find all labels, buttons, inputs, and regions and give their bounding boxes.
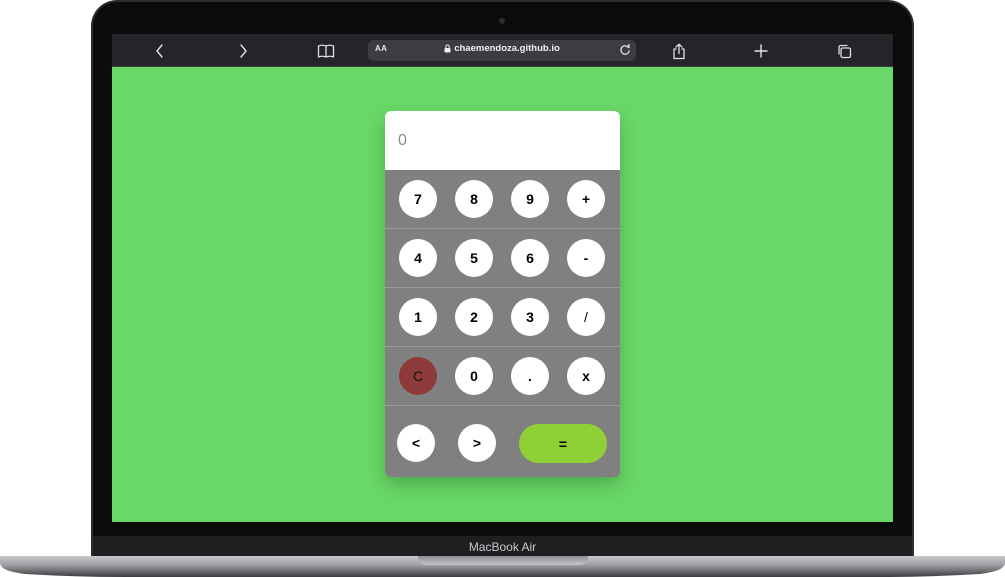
address-bar[interactable]: AA chaemendoza.github.io	[368, 40, 636, 61]
key-6[interactable]: 6	[511, 239, 549, 277]
key-1[interactable]: 1	[399, 298, 437, 336]
new-tab-button[interactable]	[750, 40, 772, 62]
bookmarks-button[interactable]	[315, 40, 337, 62]
trackpad-notch	[418, 556, 588, 565]
key-7[interactable]: 7	[399, 180, 437, 218]
key-divide[interactable]: /	[567, 298, 605, 336]
share-icon	[673, 43, 685, 59]
reload-button[interactable]	[619, 43, 631, 61]
key-4[interactable]: 4	[399, 239, 437, 277]
lock-icon	[444, 44, 451, 53]
share-button[interactable]	[668, 40, 690, 62]
browser-toolbar: AA chaemendoza.github.io	[112, 34, 893, 67]
tabs-overview-button[interactable]	[833, 40, 855, 62]
back-button[interactable]	[149, 40, 171, 62]
url-text: chaemendoza.github.io	[454, 43, 560, 54]
forward-button[interactable]	[232, 40, 254, 62]
key-subtract[interactable]: -	[567, 239, 605, 277]
tabs-icon	[837, 44, 851, 58]
chevron-right-icon	[240, 44, 247, 58]
key-9[interactable]: 9	[511, 180, 549, 218]
camera	[499, 18, 505, 24]
bottom-row: < > =	[385, 406, 620, 477]
chevron-left-icon	[156, 44, 163, 58]
key-5[interactable]: 5	[455, 239, 493, 277]
calculator-display: 0	[385, 111, 620, 170]
keypad-row: 7 8 9 +	[385, 170, 620, 229]
next-button[interactable]: >	[458, 424, 496, 462]
key-8[interactable]: 8	[455, 180, 493, 218]
calculator: 0 7 8 9 + 4 5 6 - 1 2 3 / C 0 . x < > =	[385, 111, 620, 477]
keypad-row: 1 2 3 /	[385, 288, 620, 347]
plus-icon	[754, 44, 768, 58]
key-clear[interactable]: C	[399, 357, 437, 395]
model-label: MacBook Air	[93, 536, 912, 556]
key-add[interactable]: +	[567, 180, 605, 218]
previous-button[interactable]: <	[397, 424, 435, 462]
key-3[interactable]: 3	[511, 298, 549, 336]
reload-icon	[620, 43, 630, 55]
keypad-row: 4 5 6 -	[385, 229, 620, 288]
key-0[interactable]: 0	[455, 357, 493, 395]
book-icon	[317, 44, 335, 58]
key-multiply[interactable]: x	[567, 357, 605, 395]
key-2[interactable]: 2	[455, 298, 493, 336]
screen: AA chaemendoza.github.io 0 7 8 9 + 4 5 6…	[112, 34, 893, 522]
equals-button[interactable]: =	[519, 424, 607, 463]
keypad-row: C 0 . x	[385, 347, 620, 406]
key-decimal[interactable]: .	[511, 357, 549, 395]
